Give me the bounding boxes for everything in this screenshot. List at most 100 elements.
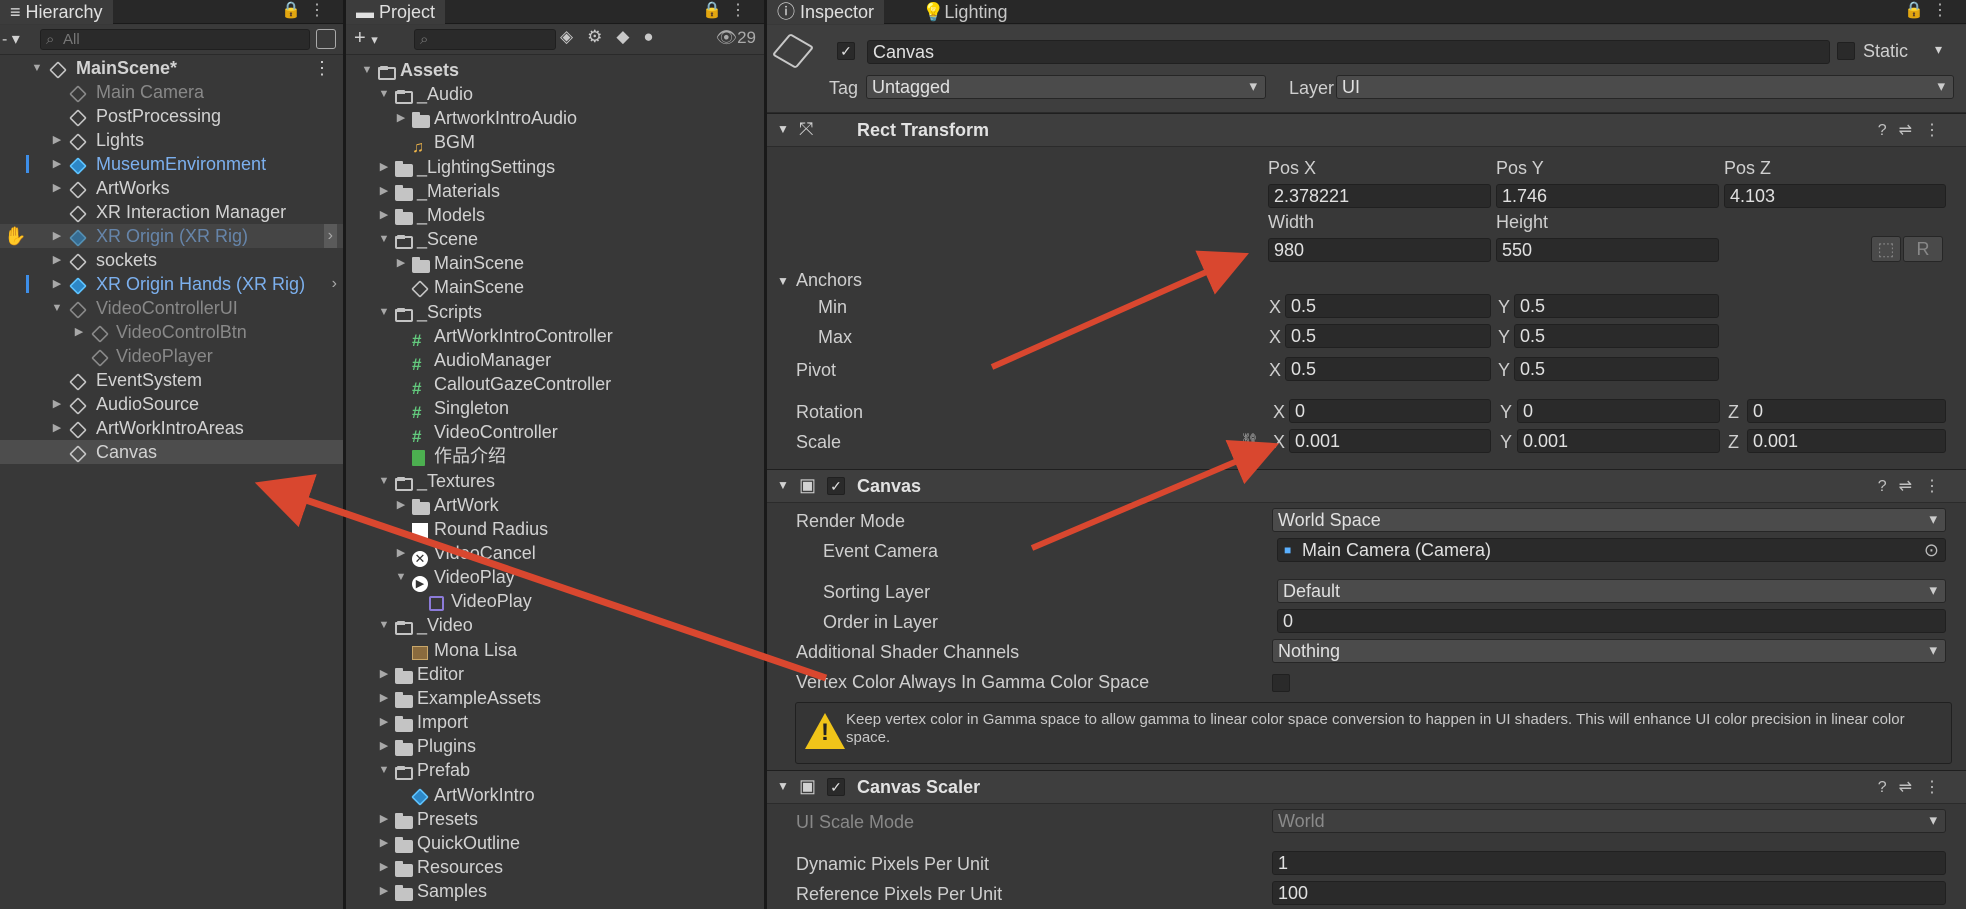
- project-folder-item[interactable]: ▶ _Materials: [346, 179, 764, 203]
- search-by-type-icon[interactable]: ◈: [560, 27, 587, 46]
- canvas-enabled-checkbox[interactable]: ✓: [827, 477, 845, 495]
- project-folder-item[interactable]: ▶ QuickOutline: [346, 831, 764, 855]
- component-header-icons[interactable]: ?⇌⋮: [1878, 777, 1952, 797]
- project-asset-item[interactable]: Mona Lisa: [346, 638, 764, 662]
- expand-arrow-icon[interactable]: ▶: [377, 662, 391, 686]
- expand-arrow-icon[interactable]: ▶: [394, 541, 408, 565]
- rotation-z-input[interactable]: 0: [1747, 399, 1946, 423]
- blueprint-mode-button[interactable]: ⬚: [1871, 236, 1901, 262]
- hierarchy-item[interactable]: ▶ AudioSource: [0, 392, 343, 416]
- project-folder-item[interactable]: ▼ _Scene: [346, 227, 764, 251]
- expand-arrow-icon[interactable]: ▼: [30, 56, 44, 80]
- help-icon[interactable]: ?: [1878, 122, 1899, 139]
- anchor-max-y-input[interactable]: 0.5: [1514, 324, 1719, 348]
- expand-arrow-icon[interactable]: ▼: [377, 227, 391, 251]
- project-asset-item[interactable]: # CalloutGazeController: [346, 372, 764, 398]
- scale-y-input[interactable]: 0.001: [1517, 429, 1720, 453]
- more-icon[interactable]: ⋮: [1932, 2, 1956, 19]
- expand-arrow-icon[interactable]: ▶: [72, 320, 86, 344]
- reference-pixels-input[interactable]: 100: [1272, 881, 1946, 905]
- order-in-layer-input[interactable]: 0: [1277, 609, 1946, 633]
- project-asset-item[interactable]: Round Radius: [346, 517, 764, 541]
- project-asset-item[interactable]: ▶ ✕ VideoCancel: [346, 541, 764, 567]
- expand-arrow-icon[interactable]: ▶: [377, 831, 391, 855]
- expand-arrow-icon[interactable]: ▶: [50, 224, 64, 248]
- expand-arrow-icon[interactable]: ▼: [377, 613, 391, 637]
- scale-z-input[interactable]: 0.001: [1747, 429, 1946, 453]
- object-picker-icon[interactable]: ⊙: [1924, 539, 1939, 561]
- expand-arrow-icon[interactable]: ▶: [377, 734, 391, 758]
- hierarchy-item[interactable]: PostProcessing: [0, 104, 343, 128]
- project-folder-item[interactable]: ▶ _LightingSettings: [346, 155, 764, 179]
- project-folder-item[interactable]: ▼ Prefab: [346, 758, 764, 782]
- project-asset-item[interactable]: ▼ ▶ VideoPlay: [346, 565, 764, 593]
- height-input[interactable]: 550: [1496, 238, 1719, 262]
- project-folder-item[interactable]: ▶ _Models: [346, 203, 764, 227]
- more-icon[interactable]: ⋮: [309, 2, 333, 19]
- expand-arrow-icon[interactable]: ▼: [50, 296, 64, 320]
- hierarchy-item[interactable]: Main Camera: [0, 80, 343, 104]
- warning-filter-icon[interactable]: ●: [643, 27, 667, 46]
- rotation-x-input[interactable]: 0: [1289, 399, 1491, 423]
- chevron-right-icon[interactable]: ›: [332, 272, 337, 296]
- component-menu-icon[interactable]: ⋮: [1924, 122, 1952, 139]
- layer-dropdown[interactable]: UI: [1336, 75, 1954, 99]
- hierarchy-item[interactable]: ▶ ArtWorkIntroAreas: [0, 416, 343, 440]
- pivot-y-input[interactable]: 0.5: [1514, 357, 1719, 381]
- link-icon[interactable]: ⛓: [1240, 432, 1259, 450]
- expand-arrow-icon[interactable]: ▼: [377, 758, 391, 782]
- canvas-scaler-enabled-checkbox[interactable]: ✓: [827, 778, 845, 796]
- project-folder-item[interactable]: ▼ _Textures: [346, 469, 764, 493]
- project-folder-item[interactable]: ▶ Samples: [346, 879, 764, 903]
- expand-arrow-icon[interactable]: ▶: [377, 879, 391, 903]
- hierarchy-item[interactable]: ▶ ArtWorks: [0, 176, 343, 200]
- project-folder-item[interactable]: ▶ Import: [346, 710, 764, 734]
- raw-edit-button[interactable]: R: [1903, 236, 1943, 262]
- expand-arrow-icon[interactable]: ▶: [50, 128, 64, 152]
- static-dropdown-icon[interactable]: ▾: [1935, 41, 1942, 58]
- project-folder-item[interactable]: ▼ _Scripts: [346, 300, 764, 324]
- project-folder-item[interactable]: ▶ Editor: [346, 662, 764, 686]
- hierarchy-scene-row[interactable]: ▼ MainScene* ⋮: [0, 56, 343, 80]
- hierarchy-item[interactable]: ▶ XR Origin Hands (XR Rig) ›: [0, 272, 343, 296]
- pos-y-input[interactable]: 1.746: [1496, 184, 1719, 208]
- width-input[interactable]: 980: [1268, 238, 1491, 262]
- render-mode-dropdown[interactable]: World Space: [1272, 508, 1946, 532]
- rect-transform-header[interactable]: ▼ ⤧ Rect Transform ?⇌⋮: [767, 113, 1966, 147]
- scene-menu-icon[interactable]: ⋮: [313, 56, 331, 80]
- tag-icon[interactable]: ◆: [616, 27, 643, 46]
- sorting-layer-dropdown[interactable]: Default: [1277, 579, 1946, 603]
- tab-lighting[interactable]: 💡Lighting: [912, 0, 1017, 24]
- hierarchy-item[interactable]: ▼ VideoControllerUI: [0, 296, 343, 320]
- create-dropdown[interactable]: - ▾: [2, 29, 20, 49]
- hierarchy-tab-menu[interactable]: 🔒⋮: [281, 0, 333, 24]
- more-icon[interactable]: ⋮: [730, 2, 754, 19]
- project-asset-item[interactable]: VideoPlay: [346, 589, 764, 613]
- project-folder-item[interactable]: ▼ _Audio: [346, 82, 764, 106]
- project-folder-item[interactable]: ▶ Resources: [346, 855, 764, 879]
- anchor-min-y-input[interactable]: 0.5: [1514, 294, 1719, 318]
- project-asset-item[interactable]: ArtWorkIntro: [346, 783, 764, 807]
- project-tab-menu[interactable]: 🔒⋮: [702, 0, 754, 24]
- expand-arrow-icon[interactable]: ▶: [377, 155, 391, 179]
- hierarchy-item[interactable]: ✋ ▶ XR Origin (XR Rig) ›: [0, 224, 343, 248]
- preset-icon[interactable]: ⇌: [1899, 122, 1924, 139]
- preset-icon[interactable]: ⇌: [1899, 478, 1924, 495]
- expand-arrow-icon[interactable]: ▼: [394, 565, 408, 589]
- project-asset-item[interactable]: 作品介绍: [346, 444, 764, 468]
- component-menu-icon[interactable]: ⋮: [1924, 478, 1952, 495]
- tab-inspector[interactable]: ⓘ Inspector: [767, 0, 885, 24]
- vertex-gamma-checkbox[interactable]: [1272, 674, 1290, 692]
- hierarchy-item[interactable]: XR Interaction Manager: [0, 200, 343, 224]
- event-camera-field[interactable]: ■ Main Camera (Camera) ⊙: [1277, 538, 1946, 562]
- collapse-arrow-icon[interactable]: ▼: [777, 122, 789, 136]
- expand-arrow-icon[interactable]: ▶: [50, 176, 64, 200]
- static-checkbox[interactable]: [1837, 42, 1855, 60]
- chevron-right-icon[interactable]: ›: [323, 224, 337, 248]
- hidden-packages-count[interactable]: 👁29: [715, 28, 756, 48]
- lock-icon[interactable]: 🔒: [1904, 2, 1932, 19]
- expand-arrow-icon[interactable]: ▶: [50, 392, 64, 416]
- project-folder-item[interactable]: ▶ Presets: [346, 807, 764, 831]
- collapse-arrow-icon[interactable]: ▼: [777, 478, 789, 492]
- expand-arrow-icon[interactable]: ▶: [50, 152, 64, 176]
